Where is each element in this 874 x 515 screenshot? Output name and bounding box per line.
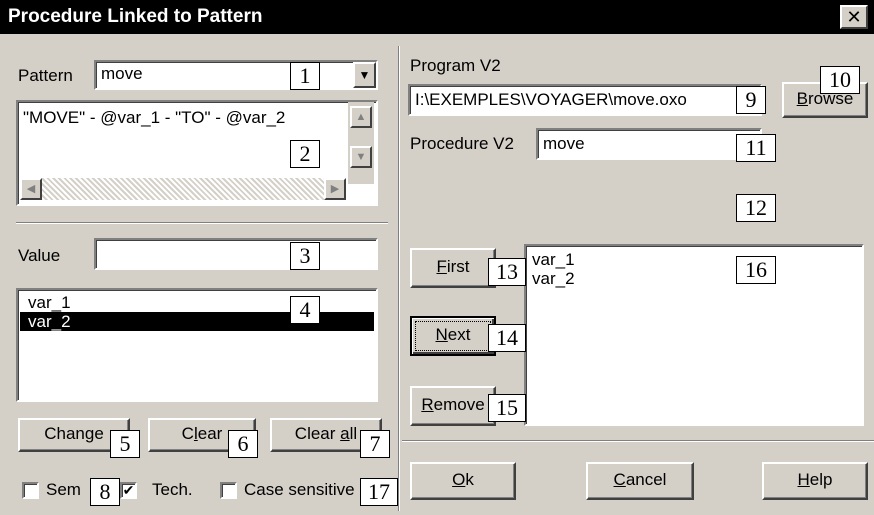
callout-15: 15 [488, 394, 526, 422]
procedure-input[interactable]: move [536, 128, 762, 160]
program-v2-label: Program V2 [410, 56, 501, 75]
close-button[interactable]: ✕ [840, 5, 868, 29]
sem-checkbox[interactable] [22, 482, 39, 499]
variable-item-var1[interactable]: var_1 [20, 293, 374, 312]
window-title: Procedure Linked to Pattern [8, 6, 263, 27]
parameter-item-var2[interactable]: var_2 [528, 269, 860, 288]
scroll-down-arrow-icon[interactable]: ▼ [350, 146, 372, 168]
pane-separator [398, 46, 400, 511]
scroll-up-arrow-icon[interactable]: ▲ [350, 106, 372, 128]
program-path-input[interactable]: I:\EXEMPLES\VOYAGER\move.oxo [408, 84, 762, 116]
parameter-item-var1[interactable]: var_1 [528, 250, 860, 269]
remove-button[interactable]: Remove [410, 386, 496, 426]
case-sensitive-label: Case sensitive [244, 480, 355, 499]
callout-16: 16 [736, 256, 776, 284]
scroll-right-arrow-icon[interactable]: ▶ [324, 178, 346, 200]
pattern-combobox[interactable]: move [94, 60, 378, 90]
callout-12: 12 [736, 194, 776, 222]
tech-checkbox-label: Tech. [152, 480, 193, 499]
dropdown-arrow-icon[interactable]: ▼ [353, 62, 376, 88]
left-separator [16, 222, 388, 224]
callout-4: 4 [290, 296, 320, 324]
callout-3: 3 [290, 242, 320, 270]
callout-8: 8 [90, 478, 120, 506]
footer-separator [402, 440, 874, 442]
callout-2: 2 [290, 140, 320, 168]
callout-5: 5 [110, 430, 140, 458]
callout-10: 10 [820, 66, 860, 94]
pattern-label: Pattern [18, 66, 73, 85]
callout-6: 6 [228, 430, 258, 458]
first-button[interactable]: First [410, 248, 496, 288]
callout-17: 17 [360, 478, 398, 506]
case-sensitive-checkbox[interactable] [220, 482, 237, 499]
procedure-v2-label: Procedure V2 [410, 134, 514, 153]
scroll-left-arrow-icon[interactable]: ◀ [20, 178, 42, 200]
value-input[interactable] [94, 238, 378, 270]
callout-14: 14 [488, 324, 526, 352]
callout-9: 9 [736, 86, 766, 114]
sem-checkbox-label: Sem [46, 480, 81, 499]
variable-list[interactable]: var_1 var_2 [16, 288, 378, 402]
horizontal-scrollbar[interactable] [20, 178, 346, 200]
pattern-value: move [101, 64, 143, 83]
next-button[interactable]: Next [410, 316, 496, 356]
callout-1: 1 [290, 62, 320, 90]
pattern-text: "MOVE" - @var_1 - "TO" - @var_2 [23, 108, 286, 127]
callout-11: 11 [736, 134, 776, 162]
parameter-list[interactable]: var_1 var_2 [524, 244, 864, 426]
ok-button[interactable]: Ok [410, 462, 516, 500]
value-label: Value [18, 246, 61, 265]
checkmark-icon: ✔ [122, 482, 135, 498]
tech-checkbox[interactable]: ✔ [120, 482, 137, 499]
cancel-button[interactable]: Cancel [586, 462, 694, 500]
callout-13: 13 [488, 258, 526, 286]
help-button[interactable]: Help [762, 462, 868, 500]
variable-item-var2[interactable]: var_2 [20, 312, 374, 331]
callout-7: 7 [360, 430, 390, 458]
